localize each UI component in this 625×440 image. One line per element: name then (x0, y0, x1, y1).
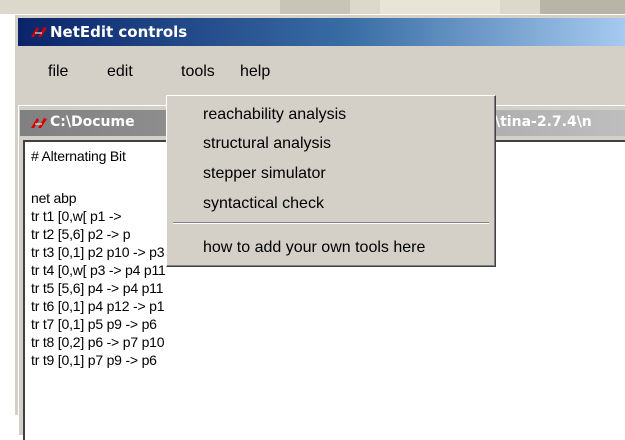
background-segment (380, 0, 500, 14)
menu-separator (173, 222, 489, 224)
menu-file[interactable]: file (48, 63, 68, 81)
menu-item-reachability-analysis[interactable]: reachability analysis (203, 106, 346, 124)
background-window-edge (0, 100, 14, 415)
code-line: tr t6 [0,1] p4 p12 -> p1 (31, 298, 165, 314)
code-line: # Alternating Bit (31, 148, 126, 164)
code-line: tr t3 [0,1] p2 p10 -> p3 (31, 244, 165, 260)
menu-item-stepper-simulator[interactable]: stepper simulator (203, 165, 326, 183)
code-line: net abp (31, 190, 77, 206)
editor-window-title-path: \tina-2.7.4\n (495, 114, 592, 130)
menu-edit[interactable]: edit (107, 63, 133, 81)
background-segment (540, 0, 625, 14)
menu-help[interactable]: help (240, 63, 270, 81)
tk-feather-icon (31, 27, 47, 37)
code-line: tr t5 [5,6] p4 -> p4 p11 (31, 280, 164, 296)
code-line: tr t4 [0,w[ p3 -> p4 p11 (31, 262, 166, 278)
code-line: tr t1 [0,w[ p1 -> (31, 208, 122, 224)
code-line: tr t2 [5,6] p2 -> p (31, 226, 131, 242)
menu-item-structural-analysis[interactable]: structural analysis (203, 135, 331, 153)
menu-item-add-tools-help[interactable]: how to add your own tools here (203, 239, 425, 257)
menu-item-syntactical-check[interactable]: syntactical check (203, 195, 324, 213)
code-line: tr t9 [0,1] p7 p9 -> p6 (31, 352, 157, 368)
tk-feather-icon (31, 118, 47, 128)
tools-dropdown-menu: reachability analysis structural analysi… (166, 95, 496, 267)
code-line: tr t8 [0,2] p6 -> p7 p10 (31, 334, 165, 350)
code-line: tr t7 [0,1] p5 p9 -> p6 (31, 316, 157, 332)
menu-tools[interactable]: tools (181, 63, 215, 81)
window-title: NetEdit controls (50, 23, 188, 41)
background-window-strip (0, 0, 625, 14)
background-segment (280, 0, 350, 14)
editor-window-title: C:\Docume (50, 114, 135, 130)
window-titlebar[interactable]: NetEdit controls (18, 18, 625, 46)
menubar: file edit tools help (18, 51, 625, 95)
